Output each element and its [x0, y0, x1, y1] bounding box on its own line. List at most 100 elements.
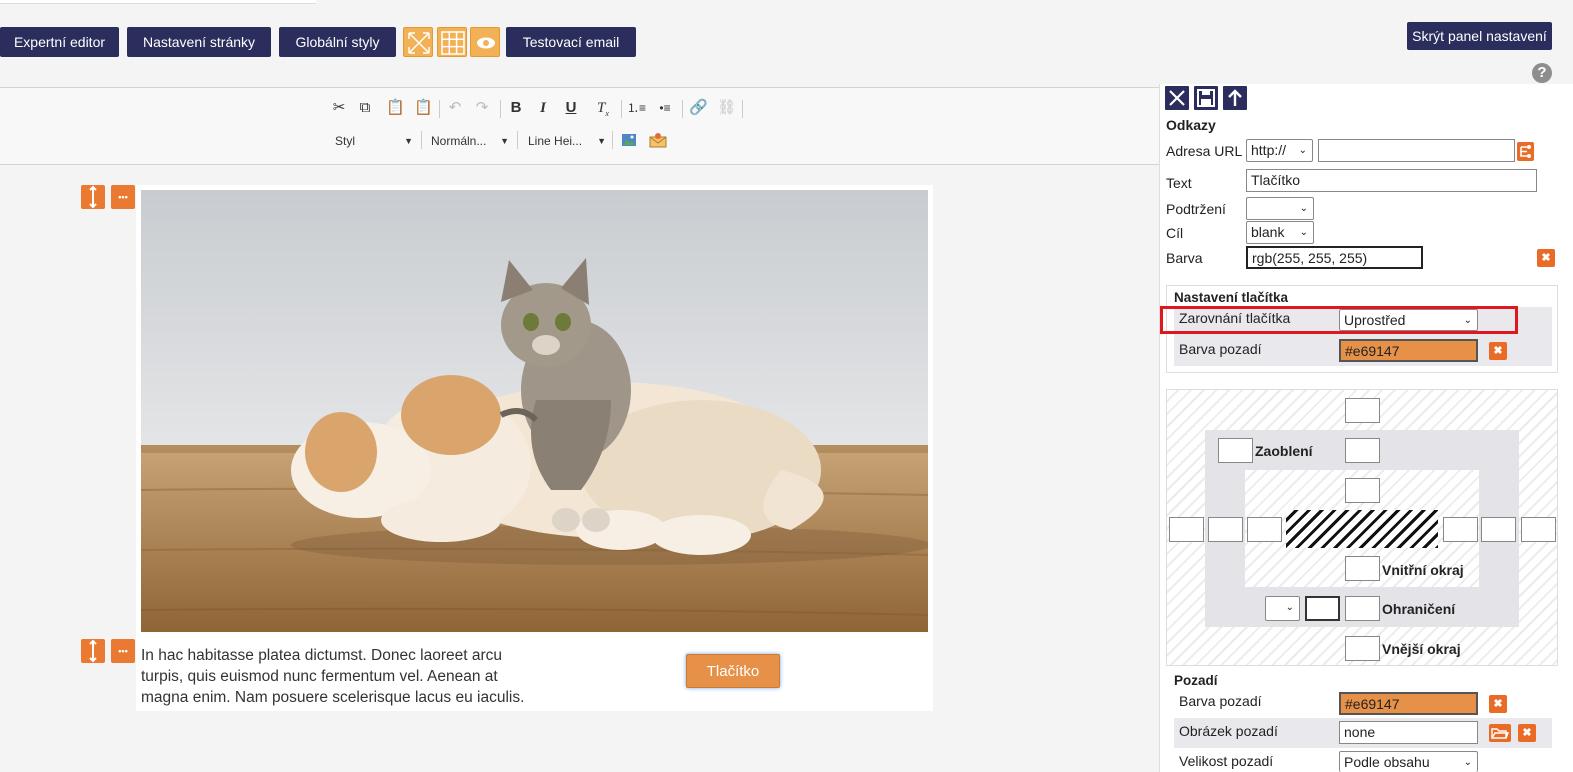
- undo-icon[interactable]: ↶: [446, 99, 464, 117]
- padding-bottom-input[interactable]: [1345, 556, 1380, 581]
- padding-label: Vnitřní okraj: [1382, 562, 1464, 578]
- url-protocol-select[interactable]: http:// ⌄: [1246, 139, 1313, 162]
- bg-size-label: Velikost pozadí: [1179, 753, 1274, 769]
- global-styles-button[interactable]: Globální styly: [279, 27, 396, 57]
- target-label: Cíl: [1166, 225, 1184, 241]
- expert-editor-button[interactable]: Expertní editor: [0, 27, 119, 57]
- toolbar-separator: [439, 100, 440, 118]
- test-email-button[interactable]: Testovací email: [506, 27, 636, 57]
- paste-icon[interactable]: 📋: [386, 99, 405, 117]
- paste-text-icon[interactable]: 📋: [414, 99, 433, 117]
- browse-image-button[interactable]: [1489, 724, 1511, 742]
- block-menu-button[interactable]: •••: [111, 639, 135, 663]
- format-combo-label: Normáln...: [431, 134, 487, 148]
- margin-right-input[interactable]: [1521, 517, 1556, 542]
- border-top-input[interactable]: [1345, 438, 1380, 463]
- link-picker-button[interactable]: [1517, 142, 1534, 161]
- clear-bg-image-button[interactable]: ✖: [1518, 724, 1536, 742]
- clear-button-bg-button[interactable]: ✖: [1489, 342, 1507, 360]
- url-protocol-value: http://: [1251, 142, 1287, 158]
- folder-open-icon: [1491, 728, 1510, 739]
- padding-top-input[interactable]: [1345, 478, 1380, 503]
- bg-image-label: Obrázek pozadí: [1179, 723, 1278, 739]
- link-icon[interactable]: 🔗: [689, 99, 708, 117]
- grid-button[interactable]: [437, 27, 467, 57]
- margin-top-input[interactable]: [1345, 398, 1380, 423]
- hide-panel-button[interactable]: Skrýt panel nastavení: [1407, 22, 1552, 50]
- cat-and-dog-photo[interactable]: [141, 190, 928, 632]
- email-image-icon[interactable]: [649, 132, 667, 148]
- page-settings-button[interactable]: Nastavení stránky: [127, 27, 271, 57]
- underline-icon[interactable]: U: [562, 99, 580, 117]
- button-settings-title: Nastavení tlačítka: [1174, 290, 1289, 305]
- bg-color-input[interactable]: #e69147: [1339, 692, 1478, 715]
- clear-color-button[interactable]: ✖: [1537, 249, 1555, 267]
- line-height-combo[interactable]: Line Hei... ▼: [528, 131, 606, 151]
- content-button[interactable]: Tlačítko: [686, 654, 780, 688]
- line-height-combo-label: Line Hei...: [528, 134, 583, 148]
- underline-label: Podtržení: [1166, 201, 1226, 217]
- target-value: blank: [1251, 224, 1285, 240]
- move-up-button[interactable]: [1223, 86, 1247, 110]
- eye-icon: [477, 37, 495, 49]
- button-bg-label: Barva pozadí: [1179, 341, 1262, 357]
- preview-button[interactable]: [470, 27, 500, 57]
- numbered-list-icon[interactable]: ⒈≡: [627, 99, 646, 117]
- url-input[interactable]: [1318, 139, 1515, 162]
- expand-icon: [408, 32, 430, 54]
- format-combo[interactable]: Normáln... ▼: [431, 131, 509, 151]
- move-block-button[interactable]: [81, 639, 105, 663]
- button-bg-input[interactable]: #e69147: [1339, 339, 1478, 362]
- bullet-list-icon[interactable]: •≡: [656, 99, 674, 117]
- move-block-button[interactable]: [81, 185, 105, 209]
- underline-select[interactable]: ⌄: [1246, 197, 1314, 220]
- margin-bottom-input[interactable]: [1345, 636, 1380, 661]
- close-button[interactable]: [1165, 86, 1189, 110]
- margin-left-input[interactable]: [1169, 517, 1204, 542]
- radius-input[interactable]: [1218, 438, 1253, 463]
- top-line: [0, 0, 316, 4]
- fullscreen-button[interactable]: [403, 27, 433, 57]
- remove-format-icon[interactable]: Tx: [594, 99, 612, 118]
- unlink-icon[interactable]: ⛓: [717, 99, 736, 117]
- copy-icon[interactable]: ⧉: [356, 99, 374, 117]
- toolbar-separator: [500, 100, 501, 118]
- style-combo-label: Styl: [335, 134, 356, 148]
- cut-icon[interactable]: ✂: [330, 99, 348, 117]
- save-button[interactable]: [1194, 86, 1218, 110]
- border-style-select[interactable]: ⌄: [1265, 596, 1300, 621]
- save-icon: [1197, 89, 1215, 107]
- border-bottom-input[interactable]: [1345, 596, 1380, 621]
- bg-size-value: Podle obsahu: [1344, 754, 1430, 770]
- chevron-down-icon: ▼: [500, 136, 509, 146]
- margin-label: Vnější okraj: [1382, 641, 1461, 657]
- border-right-input[interactable]: [1481, 517, 1516, 542]
- padding-left-input[interactable]: [1247, 517, 1282, 542]
- chevron-down-icon: ⌄: [1299, 227, 1308, 238]
- links-section-title: Odkazy: [1166, 117, 1216, 133]
- border-left-input[interactable]: [1208, 517, 1243, 542]
- border-color-input[interactable]: [1305, 596, 1340, 621]
- block-menu-button[interactable]: •••: [111, 185, 135, 209]
- bold-icon[interactable]: B: [507, 99, 525, 117]
- clear-bg-color-button[interactable]: ✖: [1489, 695, 1507, 713]
- close-icon: [1169, 90, 1185, 106]
- chevron-down-icon: ⌄: [1299, 203, 1308, 214]
- padding-right-input[interactable]: [1443, 517, 1478, 542]
- bg-size-select[interactable]: Podle obsahu ⌄: [1339, 751, 1478, 772]
- image-icon[interactable]: [621, 132, 637, 148]
- color-input[interactable]: rgb(255, 255, 255): [1246, 246, 1423, 269]
- text-input[interactable]: Tlačítko: [1246, 169, 1537, 192]
- body-text[interactable]: In hac habitasse platea dictumst. Donec …: [141, 645, 541, 708]
- style-combo[interactable]: Styl ▼: [335, 131, 413, 151]
- toolbar-separator: [682, 100, 683, 118]
- chevron-down-icon: ⌄: [1298, 145, 1307, 156]
- help-icon[interactable]: ?: [1532, 63, 1552, 83]
- target-select[interactable]: blank ⌄: [1246, 221, 1314, 244]
- italic-icon[interactable]: I: [534, 99, 552, 117]
- bg-image-input[interactable]: none: [1339, 721, 1478, 744]
- toolbar-separator: [517, 131, 518, 149]
- toolbar-separator: [621, 100, 622, 118]
- arrow-up-icon: [1228, 89, 1242, 106]
- redo-icon[interactable]: ↷: [473, 99, 491, 117]
